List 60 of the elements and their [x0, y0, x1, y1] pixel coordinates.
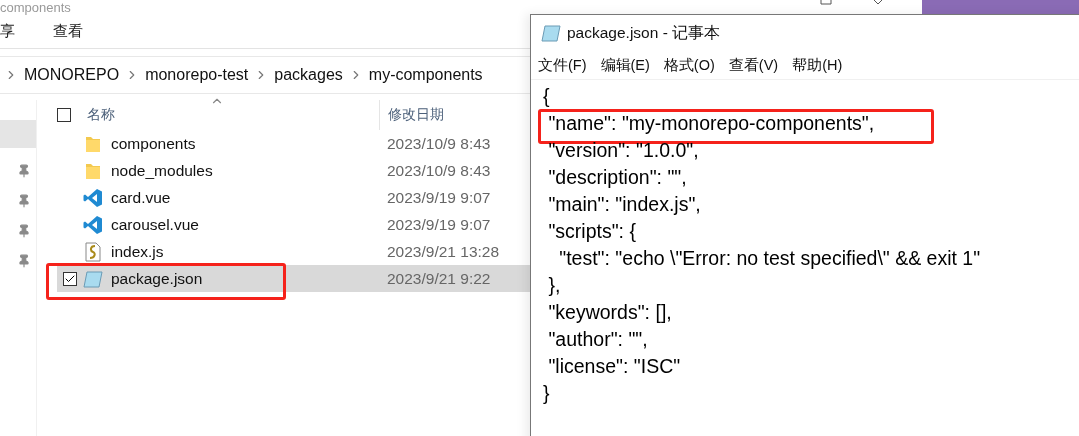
file-date: 2023/9/21 9:22: [387, 269, 491, 288]
file-name: node_modules: [111, 161, 214, 180]
code-line: {: [543, 85, 550, 108]
pin-icon: [17, 164, 31, 178]
file-date: 2023/9/19 9:07: [387, 188, 491, 207]
file-row[interactable]: card.vue 2023/9/19 9:07: [57, 184, 530, 211]
file-name: package.json: [111, 269, 204, 288]
column-header[interactable]: 修改日期: [388, 106, 530, 124]
code-line: "description": "",: [547, 166, 687, 189]
code-line: "author": "",: [547, 328, 648, 351]
file-row[interactable]: components 2023/10/9 8:43: [57, 130, 530, 157]
ribbon-tab[interactable]: 享: [0, 21, 15, 41]
menu-item[interactable]: 编辑(E): [600, 55, 650, 75]
column-header[interactable]: 名称: [87, 106, 115, 124]
pin-icon: [17, 194, 31, 208]
window-title: components: [0, 1, 71, 14]
file-date: 2023/9/21 13:28: [387, 242, 500, 261]
breadcrumb-item[interactable]: packages: [274, 66, 343, 84]
code-line: },: [547, 274, 561, 297]
code-line: "license": "ISC": [547, 355, 681, 378]
code-line: "name": "my-monorepo-components",: [547, 112, 875, 135]
file-row[interactable]: index.js 2023/9/21 13:28: [57, 238, 530, 265]
menu-item[interactable]: 格式(O): [663, 55, 715, 75]
breadcrumb-item[interactable]: my-components: [368, 66, 483, 84]
menu-item[interactable]: 文件(F): [538, 55, 587, 75]
notepad-icon: [83, 269, 103, 288]
file-row[interactable]: package.json 2023/9/21 9:22: [57, 265, 530, 292]
file-name: components: [111, 134, 197, 153]
pin-icon: [17, 224, 31, 238]
file-name: carousel.vue: [111, 215, 200, 234]
code-line: "scripts": {: [547, 220, 636, 243]
folder-icon: [85, 134, 101, 153]
menu-item[interactable]: 帮助(H): [792, 55, 843, 75]
code-line: "keywords": [],: [547, 301, 672, 324]
ribbon-tab[interactable]: 查看: [53, 21, 83, 41]
breadcrumb-item[interactable]: monorepo-test: [145, 66, 249, 84]
notepad-icon: [541, 24, 561, 42]
file-date: 2023/10/9 8:43: [387, 134, 491, 153]
code-line: "test": "echo \"Error: no test specified\" && exit 1": [558, 247, 981, 270]
maximize-icon[interactable]: [820, 0, 832, 5]
file-name: card.vue: [111, 188, 172, 207]
select-all-checkbox[interactable]: [57, 108, 71, 122]
code-line: "version": "1.0.0",: [547, 139, 699, 162]
code-line: "main": "index.js",: [547, 193, 701, 216]
file-row[interactable]: carousel.vue 2023/9/19 9:07: [57, 211, 530, 238]
code-line: }: [543, 382, 550, 405]
pin-icon: [17, 254, 31, 268]
folder-icon: [85, 161, 101, 180]
file-date: 2023/10/9 8:43: [387, 161, 491, 180]
row-checkbox[interactable]: [63, 271, 77, 286]
file-row[interactable]: node_modules 2023/10/9 8:43: [57, 157, 530, 184]
window-title: package.json - 记事本: [567, 22, 721, 43]
file-name: index.js: [111, 242, 165, 261]
code-editor-icon: [83, 214, 103, 235]
breadcrumb-item[interactable]: MONOREPO: [24, 66, 120, 84]
menu-item[interactable]: 查看(V): [728, 55, 779, 75]
close-icon[interactable]: [872, 0, 884, 5]
script-file-icon: [85, 241, 101, 262]
code-editor-icon: [83, 187, 103, 208]
file-date: 2023/9/19 9:07: [387, 215, 491, 234]
